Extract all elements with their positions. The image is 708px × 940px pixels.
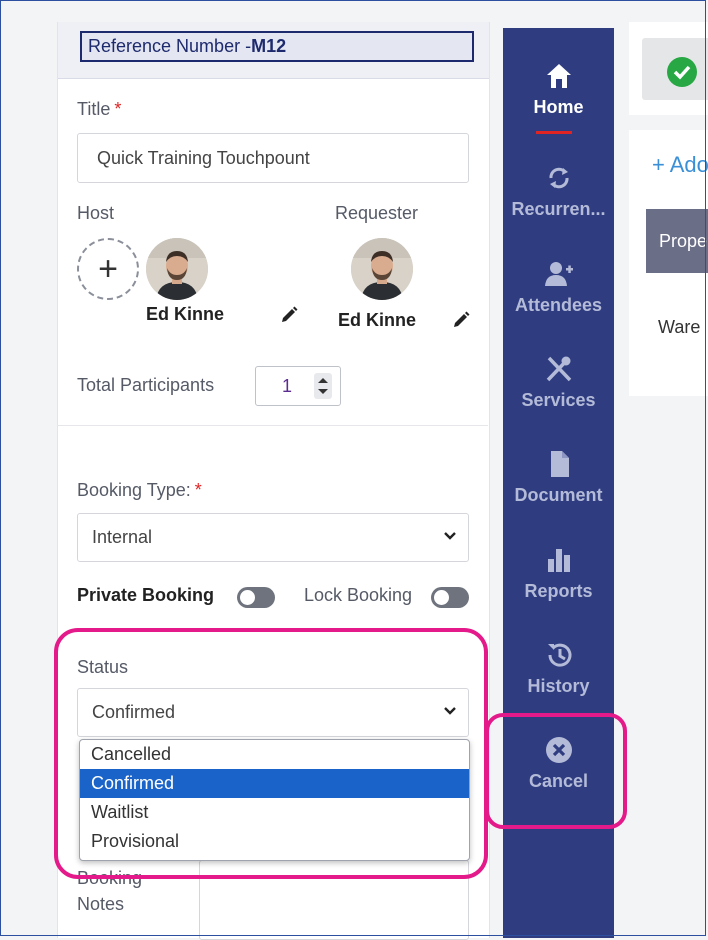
sidebar-item-label: Home <box>533 97 584 117</box>
private-booking-label: Private Booking <box>77 585 215 605</box>
sidebar-item-label: Attendees <box>514 295 603 315</box>
reference-bar: Reference Number -M12 <box>58 22 489 79</box>
sidebar-item-reports[interactable]: Reports <box>503 545 614 602</box>
title-label: Title * <box>77 99 122 119</box>
status-option-waitlist[interactable]: Waitlist <box>80 798 469 827</box>
add-host-button[interactable]: + <box>77 238 139 300</box>
sidebar-item-label: History <box>527 676 590 696</box>
status-dropdown-list: Cancelled Confirmed Waitlist Provisional <box>79 739 470 861</box>
add-link[interactable]: + Ado <box>652 152 708 178</box>
sidebar-item-attendees[interactable]: Attendees <box>503 259 614 316</box>
reference-number: Reference Number -M12 <box>80 31 474 62</box>
participants-stepper[interactable]: 1 <box>255 366 341 406</box>
lock-booking-toggle[interactable] <box>431 587 469 608</box>
sidebar-item-history[interactable]: History <box>503 640 614 697</box>
document-icon <box>550 451 569 477</box>
section-divider <box>57 425 488 426</box>
required-mark: * <box>194 480 202 500</box>
sidebar-item-recurrence[interactable]: Recurren... <box>503 163 614 220</box>
booking-notes-label: Booking Notes <box>77 868 143 914</box>
active-indicator <box>536 131 572 134</box>
home-icon <box>546 64 571 88</box>
booking-type-select[interactable]: Internal <box>77 513 469 562</box>
lock-booking-label: Lock Booking <box>304 585 413 605</box>
add-user-icon <box>544 262 573 286</box>
sidebar-item-label: Cancel <box>528 771 589 791</box>
title-input[interactable]: Quick Training Touchpount <box>77 133 469 183</box>
utensils-icon <box>546 356 571 382</box>
recurrence-icon <box>548 167 569 189</box>
edit-host-pencil-icon[interactable] <box>279 305 299 325</box>
chevron-down-icon <box>444 707 456 715</box>
edit-requester-pencil-icon[interactable] <box>451 310 471 330</box>
status-label: Status <box>77 657 129 677</box>
cancel-icon <box>545 737 572 763</box>
private-booking-toggle[interactable] <box>237 587 275 608</box>
sidebar-item-label: Services <box>521 390 596 410</box>
check-circle-icon <box>667 57 697 87</box>
required-mark: * <box>114 99 122 119</box>
booking-type-label: Booking Type: * <box>77 480 202 500</box>
booking-notes-textarea[interactable] <box>199 860 469 940</box>
requester-avatar <box>351 238 413 300</box>
status-option-provisional[interactable]: Provisional <box>80 827 469 856</box>
status-value: Confirmed <box>92 702 176 722</box>
requester-name: Ed Kinne <box>338 310 417 330</box>
chevron-down-icon <box>444 532 456 540</box>
property-column-header: Prope <box>646 209 708 273</box>
sidebar-item-label: Document <box>514 485 603 505</box>
host-avatar <box>146 238 208 300</box>
history-icon <box>547 643 571 667</box>
sidebar-item-services[interactable]: Services <box>503 354 614 411</box>
sidebar-item-home[interactable]: Home <box>503 61 614 118</box>
bar-chart-icon <box>547 549 570 572</box>
plus-icon: + <box>98 250 118 288</box>
sidebar-item-label: Recurren... <box>511 199 606 219</box>
stepper-arrows-icon[interactable] <box>314 373 332 399</box>
property-row-text: Ware <box>658 317 701 337</box>
reference-code: M12 <box>251 36 287 56</box>
status-select[interactable]: Confirmed <box>77 688 469 737</box>
sidebar-item-cancel[interactable]: Cancel <box>503 735 614 792</box>
booking-type-value: Internal <box>92 527 153 547</box>
participants-value: 1 <box>282 376 293 396</box>
status-option-cancelled[interactable]: Cancelled <box>80 740 469 769</box>
participants-label: Total Participants <box>77 375 215 395</box>
requester-label: Requester <box>335 203 419 223</box>
sidebar-item-label: Reports <box>524 581 593 601</box>
host-name: Ed Kinne <box>146 304 225 324</box>
status-option-confirmed[interactable]: Confirmed <box>80 769 469 798</box>
reference-prefix: Reference Number - <box>88 36 252 56</box>
host-label: Host <box>77 203 115 223</box>
sidebar-nav: Home Recurren... Attendees Services Docu… <box>503 28 614 938</box>
sidebar-item-document[interactable]: Document <box>503 449 614 506</box>
